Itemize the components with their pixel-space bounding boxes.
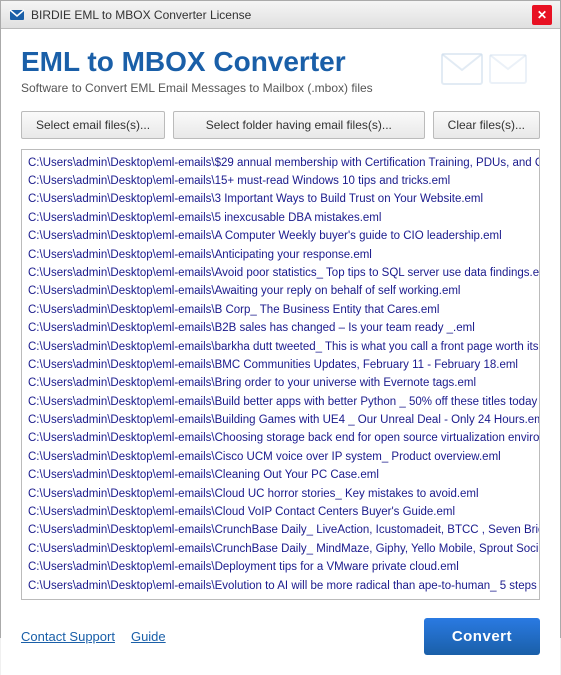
- list-item: C:\Users\admin\Desktop\eml-emails\Avoid …: [28, 264, 533, 282]
- list-item: C:\Users\admin\Desktop\eml-emails\Awaiti…: [28, 282, 533, 300]
- list-item: C:\Users\admin\Desktop\eml-emails\Deploy…: [28, 558, 533, 576]
- list-item: C:\Users\admin\Desktop\eml-emails\A Comp…: [28, 227, 533, 245]
- list-item: C:\Users\admin\Desktop\eml-emails\Cloud …: [28, 485, 533, 503]
- list-item: C:\Users\admin\Desktop\eml-emails\15+ mu…: [28, 172, 533, 190]
- file-list-container: C:\Users\admin\Desktop\eml-emails\$29 an…: [21, 149, 540, 600]
- header-text: EML to MBOX Converter Software to Conver…: [21, 45, 440, 95]
- file-list[interactable]: C:\Users\admin\Desktop\eml-emails\$29 an…: [22, 150, 539, 599]
- header-icons: [440, 46, 540, 94]
- select-folder-button[interactable]: Select folder having email files(s)...: [173, 111, 425, 139]
- list-item: C:\Users\admin\Desktop\eml-emails\Cleani…: [28, 466, 533, 484]
- title-bar: BIRDIE EML to MBOX Converter License ✕: [1, 1, 560, 29]
- envelope-icon-2: [488, 49, 540, 91]
- title-bar-text: BIRDIE EML to MBOX Converter License: [31, 8, 251, 22]
- guide-link[interactable]: Guide: [131, 629, 166, 644]
- list-item: C:\Users\admin\Desktop\eml-emails\B2B sa…: [28, 319, 533, 337]
- list-item: C:\Users\admin\Desktop\eml-emails\Evolut…: [28, 577, 533, 595]
- list-item: C:\Users\admin\Desktop\eml-emails\Bring …: [28, 374, 533, 392]
- app-title: EML to MBOX Converter: [21, 45, 440, 79]
- title-bar-left: BIRDIE EML to MBOX Converter License: [9, 7, 251, 23]
- list-item: C:\Users\admin\Desktop\eml-emails\Choosi…: [28, 429, 533, 447]
- contact-support-link[interactable]: Contact Support: [21, 629, 115, 644]
- button-row: Select email files(s)... Select folder h…: [21, 111, 540, 139]
- list-item: C:\Users\admin\Desktop\eml-emails\Buildi…: [28, 411, 533, 429]
- list-item: C:\Users\admin\Desktop\eml-emails\Cisco …: [28, 448, 533, 466]
- list-item: C:\Users\admin\Desktop\eml-emails\Build …: [28, 393, 533, 411]
- app-subtitle: Software to Convert EML Email Messages t…: [21, 81, 440, 95]
- main-content: EML to MBOX Converter Software to Conver…: [1, 29, 560, 675]
- close-button[interactable]: ✕: [532, 5, 552, 25]
- list-item: C:\Users\admin\Desktop\eml-emails\barkha…: [28, 338, 533, 356]
- list-item: C:\Users\admin\Desktop\eml-emails\Antici…: [28, 246, 533, 264]
- clear-files-button[interactable]: Clear files(s)...: [433, 111, 540, 139]
- list-item: C:\Users\admin\Desktop\eml-emails\Crunch…: [28, 540, 533, 558]
- header-section: EML to MBOX Converter Software to Conver…: [21, 45, 540, 101]
- convert-button[interactable]: Convert: [424, 618, 540, 655]
- list-item: C:\Users\admin\Desktop\eml-emails\$29 an…: [28, 154, 533, 172]
- footer-links: Contact Support Guide: [21, 629, 166, 644]
- main-window: BIRDIE EML to MBOX Converter License ✕ E…: [0, 0, 561, 638]
- list-item: C:\Users\admin\Desktop\eml-emails\3 Impo…: [28, 190, 533, 208]
- list-item: C:\Users\admin\Desktop\eml-emails\B Corp…: [28, 301, 533, 319]
- footer: Contact Support Guide Convert: [21, 610, 540, 659]
- list-item: C:\Users\admin\Desktop\eml-emails\Cloud …: [28, 503, 533, 521]
- list-item: C:\Users\admin\Desktop\eml-emails\Crunch…: [28, 521, 533, 539]
- list-item: C:\Users\admin\Desktop\eml-emails\5 inex…: [28, 209, 533, 227]
- app-icon: [9, 7, 25, 23]
- select-files-button[interactable]: Select email files(s)...: [21, 111, 165, 139]
- list-item: C:\Users\admin\Desktop\eml-emails\BMC Co…: [28, 356, 533, 374]
